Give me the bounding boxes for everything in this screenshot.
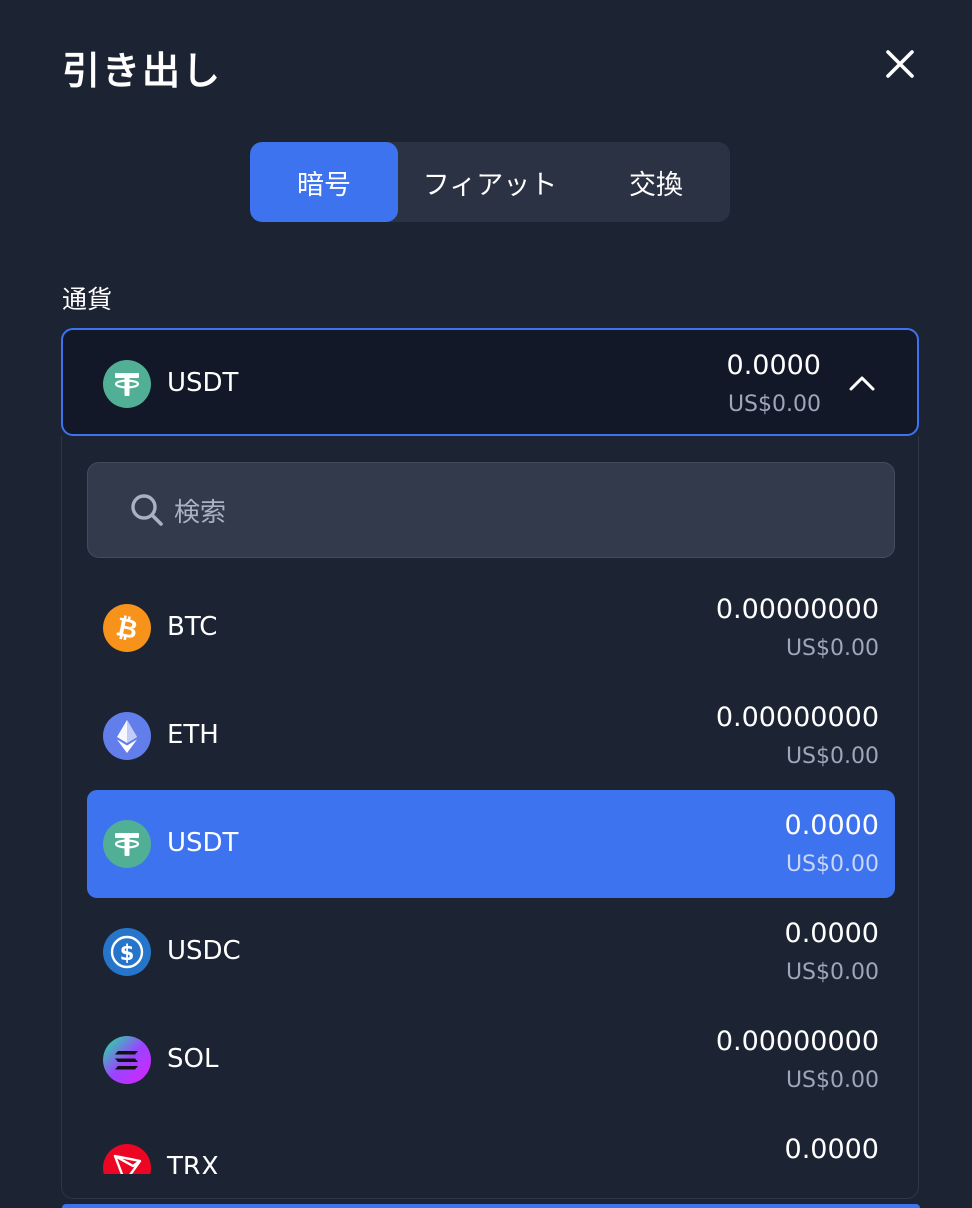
ethereum-icon	[103, 712, 151, 760]
currency-dropdown: 検索 ₿ BTC 0.00000000 US$0.00 ETH 0.000000…	[61, 436, 919, 1199]
coin-amount: 0.0000	[784, 918, 879, 949]
usdc-icon: $	[103, 928, 151, 976]
coin-usd: US$0.00	[785, 960, 879, 985]
search-input[interactable]: 検索	[87, 462, 895, 558]
coin-usd: US$0.00	[785, 852, 879, 877]
selected-coin-name: USDT	[167, 368, 239, 398]
coin-name: SOL	[167, 1044, 219, 1074]
coin-amount: 0.0000	[784, 810, 879, 841]
withdraw-panel: 引き出し 暗号 フィアット 交換 通貨 USDT 0.0000 US$0.00	[0, 0, 972, 1208]
chevron-up-icon	[849, 376, 875, 391]
coin-amount: 0.00000000	[715, 1026, 879, 1057]
coin-amount: 0.0000	[784, 1134, 879, 1165]
selected-coin-amount: 0.0000	[726, 350, 821, 381]
tab-exchange[interactable]: 交換	[582, 142, 730, 222]
coin-row-usdc[interactable]: $ USDC 0.0000 US$0.00	[87, 898, 895, 1006]
currency-label: 通貨	[62, 285, 113, 314]
coin-row-usdt[interactable]: USDT 0.0000 US$0.00	[87, 790, 895, 898]
coin-name: ETH	[167, 720, 219, 750]
solana-icon	[103, 1036, 151, 1084]
tether-icon	[103, 360, 151, 408]
tron-icon	[103, 1144, 151, 1174]
coin-row-eth[interactable]: ETH 0.00000000 US$0.00	[87, 682, 895, 790]
tether-icon	[103, 820, 151, 868]
search-placeholder: 検索	[174, 497, 227, 528]
currency-select[interactable]: USDT 0.0000 US$0.00	[61, 328, 919, 436]
search-icon	[131, 494, 163, 526]
coin-usd: US$0.00	[785, 744, 879, 769]
page-title: 引き出し	[62, 49, 223, 93]
tab-fiat[interactable]: フィアット	[398, 142, 582, 222]
withdraw-type-tabs: 暗号 フィアット 交換	[250, 142, 730, 222]
coin-list: ₿ BTC 0.00000000 US$0.00 ETH 0.00000000 …	[87, 574, 895, 1174]
close-icon	[886, 50, 914, 78]
coin-name: USDC	[167, 936, 241, 966]
submit-button-edge[interactable]	[62, 1204, 920, 1208]
coin-amount: 0.00000000	[715, 702, 879, 733]
bitcoin-icon: ₿	[103, 604, 151, 652]
coin-name: BTC	[167, 612, 218, 642]
coin-usd: US$0.00	[785, 1068, 879, 1093]
coin-amount: 0.00000000	[715, 594, 879, 625]
tab-crypto[interactable]: 暗号	[250, 142, 398, 222]
close-button[interactable]	[878, 42, 922, 86]
coin-row-trx[interactable]: TRX 0.0000	[87, 1114, 895, 1174]
coin-name: TRX	[167, 1152, 219, 1174]
coin-row-btc[interactable]: ₿ BTC 0.00000000 US$0.00	[87, 574, 895, 682]
coin-row-sol[interactable]: SOL 0.00000000 US$0.00	[87, 1006, 895, 1114]
coin-name: USDT	[167, 828, 239, 858]
coin-usd: US$0.00	[785, 636, 879, 661]
svg-text:$: $	[120, 941, 135, 965]
selected-coin-usd: US$0.00	[727, 392, 821, 417]
